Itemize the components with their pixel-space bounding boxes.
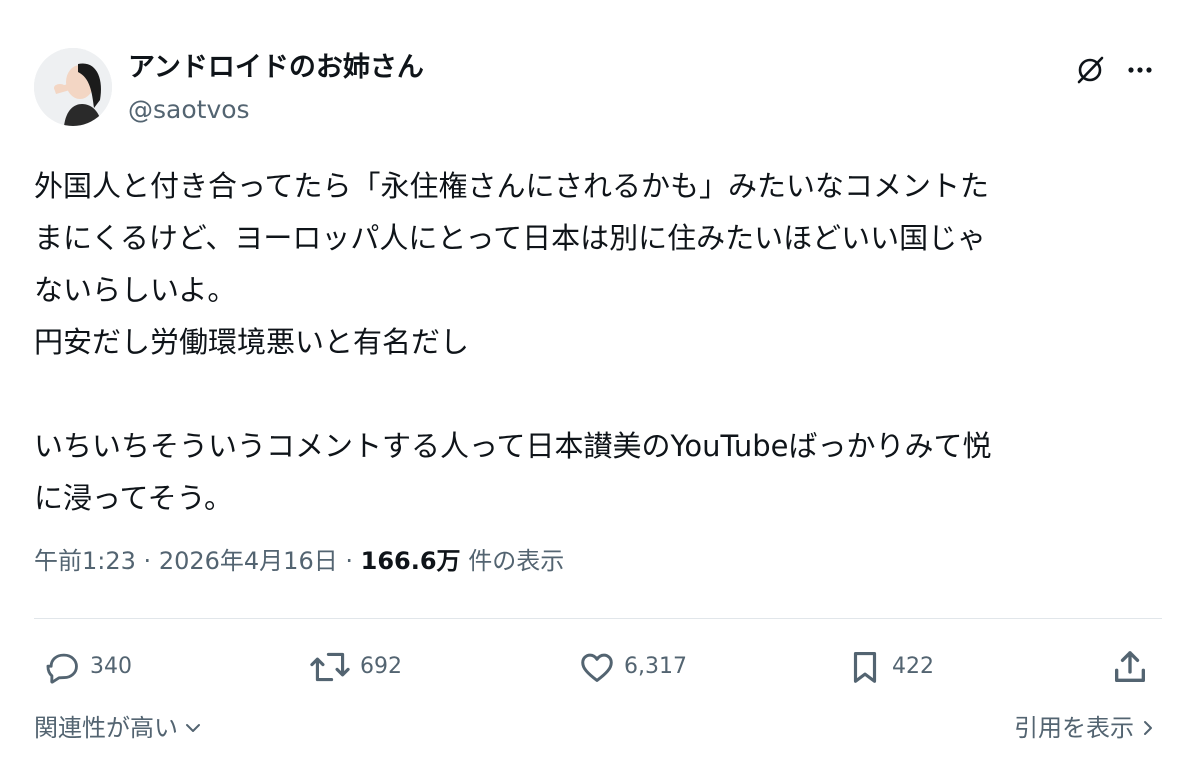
repost-count: 692	[360, 654, 402, 679]
bookmark-button[interactable]: 422	[846, 645, 934, 689]
profile-photo-icon	[34, 48, 112, 126]
view-count: 166.6万	[360, 547, 461, 575]
heart-icon	[581, 653, 613, 682]
reply-count: 340	[90, 654, 132, 679]
tweet-text-line: 円安だし労働環境悪いと有名だし	[34, 325, 470, 359]
grok-button[interactable]	[1070, 50, 1110, 90]
like-button[interactable]: 6,317	[578, 645, 687, 689]
avatar[interactable]	[34, 48, 112, 126]
tweet-meta: 午前1:23 · 2026年4月16日 · 166.6万 件の表示	[34, 543, 564, 579]
bookmark-icon	[853, 651, 877, 683]
tweet-text-line: に浸ってそう。	[34, 481, 233, 515]
bookmark-count: 422	[892, 654, 934, 679]
share-button[interactable]	[1110, 645, 1150, 689]
view-quotes-link[interactable]: 引用を表示	[1014, 710, 1158, 746]
like-count: 6,317	[624, 654, 687, 679]
grok-icon	[1077, 56, 1104, 84]
view-label: 件の表示	[468, 547, 565, 575]
reply-button[interactable]: 340	[44, 645, 132, 689]
meta-separator: ·	[143, 547, 152, 575]
repost-icon	[310, 652, 350, 682]
tweet-card: アンドロイドのお姉さん @saotvos 外国人と付き合ってたら「永住権さんにさ…	[0, 0, 1200, 761]
meta-separator: ·	[345, 547, 353, 575]
tweet-text: 外国人と付き合ってたら「永住権さんにされるかも」みたいなコメントた まにくるけど…	[34, 160, 1164, 524]
repost-button[interactable]: 692	[308, 645, 402, 689]
reply-icon	[46, 653, 78, 684]
more-horizontal-icon	[1128, 67, 1152, 73]
tweet-text-line: ないらしいよ。	[34, 273, 237, 307]
chevron-right-icon	[1144, 721, 1152, 735]
more-options-button[interactable]	[1120, 50, 1160, 90]
author-display-name[interactable]: アンドロイドのお姉さん	[128, 50, 424, 86]
sort-label: 関連性が高い	[34, 714, 178, 742]
tweet-time[interactable]: 午前1:23	[34, 547, 136, 575]
tweet-text-line: 外国人と付き合ってたら「永住権さんにされるかも」みたいなコメントた	[34, 169, 989, 203]
tweet-date[interactable]: 2026年4月16日	[159, 547, 338, 575]
tweet-text-line: いちいちそういうコメントする人って日本讃美のYouTubeばっかりみて悦	[34, 429, 992, 463]
sort-dropdown[interactable]: 関連性が高い	[34, 710, 204, 746]
divider	[34, 618, 1162, 619]
author-handle[interactable]: @saotvos	[128, 94, 250, 126]
share-icon	[1115, 651, 1145, 682]
chevron-down-icon	[186, 724, 200, 732]
quotes-label: 引用を表示	[1014, 714, 1134, 742]
tweet-text-line: まにくるけど、ヨーロッパ人にとって日本は別に住みたいほどいい国じゃ	[34, 221, 987, 255]
